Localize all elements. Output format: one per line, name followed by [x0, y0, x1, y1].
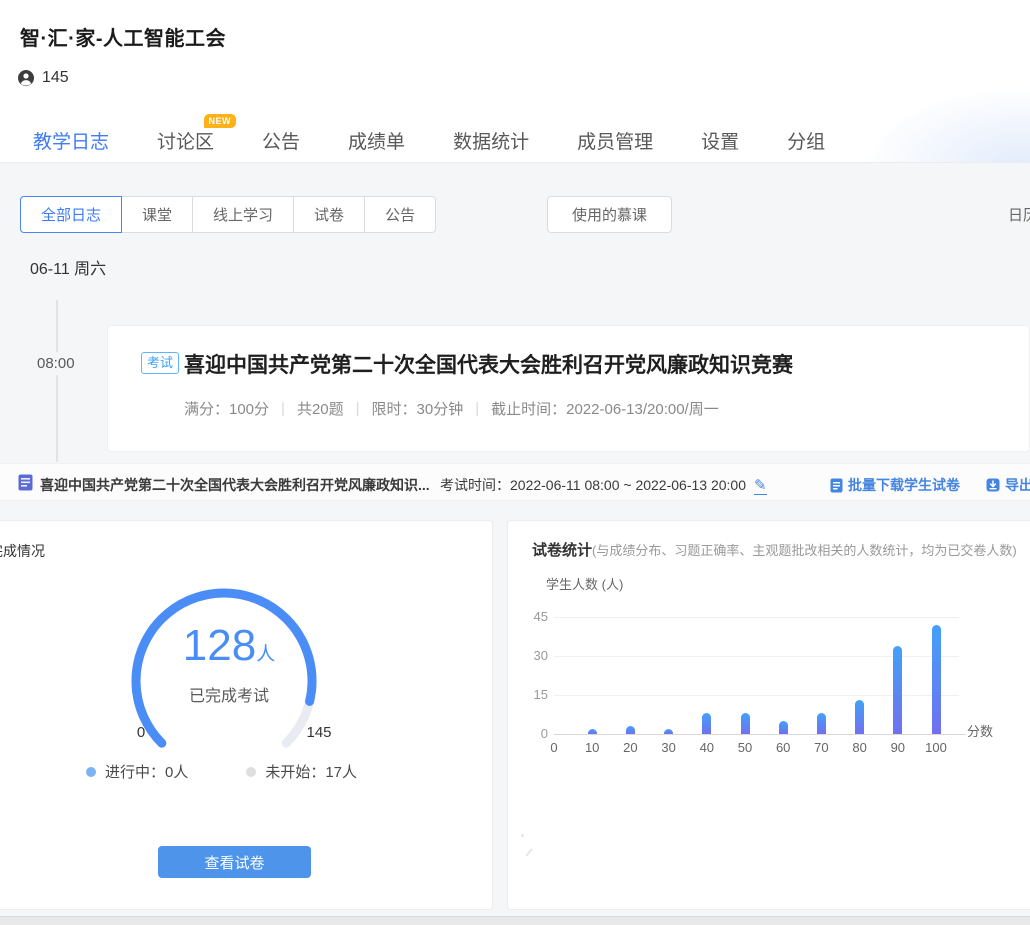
- y-tick-label: 15: [516, 687, 548, 702]
- exam-bar-title[interactable]: 喜迎中国共产党第二十次全国代表大会胜利召开党风廉政知识...: [40, 475, 436, 495]
- completion-panel-title: 完成情况: [0, 541, 45, 561]
- bar-score-50: [741, 713, 750, 734]
- nav-tab-data-statistics[interactable]: 数据统计: [453, 127, 529, 154]
- x-tick-label: 20: [613, 740, 647, 755]
- nav-tab-teaching-log[interactable]: 教学日志: [33, 127, 109, 154]
- legend-not-started: 未开始：17人: [246, 761, 357, 782]
- filter-group: 全部日志课堂线上学习试卷公告: [20, 196, 436, 233]
- smudge-artifact: [525, 848, 532, 856]
- exam-meta-item: 共20题: [297, 398, 344, 419]
- exam-log-card[interactable]: 考试 喜迎中国共产党第二十次全国代表大会胜利召开党风廉政知识竞赛 满分：100分…: [107, 325, 1030, 452]
- filter-exam-paper[interactable]: 试卷: [293, 196, 365, 233]
- y-axis-title: 学生人数 (人): [546, 574, 623, 593]
- stats-panel-title: 试卷统计(与成绩分布、习题正确率、主观题批改相关的人数统计，均为已交卷人数): [532, 539, 1030, 560]
- x-axis-line: [554, 734, 966, 735]
- x-tick-label: 80: [843, 740, 877, 755]
- smudge-artifact: [521, 834, 524, 837]
- filter-all-logs[interactable]: 全部日志: [20, 196, 122, 233]
- meta-separator: |: [281, 400, 285, 417]
- filter-online-learning[interactable]: 线上学习: [192, 196, 294, 233]
- gridline-45: [554, 617, 959, 618]
- gauge-min-label: 0: [129, 724, 153, 741]
- page-title: 智·汇·家-人工智能工会: [20, 22, 226, 51]
- page: 智·汇·家-人工智能工会 145 教学日志 讨论区NEW 公告 成绩单 数据统计 成员管理…: [0, 0, 1030, 925]
- x-tick-label: 30: [652, 740, 686, 755]
- exam-time-label: 考试时间：: [440, 477, 510, 493]
- view-papers-button[interactable]: 查看试卷: [158, 846, 311, 878]
- nav-tab-grouping[interactable]: 分组: [787, 127, 825, 154]
- bottom-bar: [0, 916, 1030, 925]
- bar-score-100: [932, 625, 941, 734]
- x-tick-label: 70: [804, 740, 838, 755]
- document-icon: [830, 478, 843, 493]
- mooc-filter-button[interactable]: 使用的慕课: [547, 196, 672, 233]
- member-count-row: 145: [17, 69, 69, 87]
- legend-dot: [246, 767, 256, 777]
- course-header: 智·汇·家-人工智能工会 145 教学日志 讨论区NEW 公告 成绩单 数据统计 成员管理…: [0, 0, 1030, 163]
- exam-time: 考试时间：2022-06-11 08:00 ~ 2022-06-13 20:00…: [440, 475, 767, 495]
- gauge-center-text: 128人: [124, 624, 334, 668]
- x-axis-title: 分数: [967, 721, 993, 740]
- nav-tab-member-management[interactable]: 成员管理: [577, 127, 653, 154]
- edit-icon[interactable]: ✎: [754, 477, 767, 495]
- person-icon: [17, 69, 35, 87]
- exam-info-bar: 喜迎中国共产党第二十次全国代表大会胜利召开党风廉政知识... 考试时间：2022…: [0, 463, 1030, 501]
- exam-meta-item: 满分：100分: [184, 398, 269, 419]
- x-tick-label: 60: [766, 740, 800, 755]
- gauge-caption: 已完成考试: [124, 682, 334, 706]
- bar-score-40: [702, 713, 711, 734]
- nav-tab-discussion[interactable]: 讨论区NEW: [157, 127, 214, 154]
- x-tick-label: 40: [690, 740, 724, 755]
- timeline-date: 06-11 周六: [30, 255, 106, 279]
- header-decoration: [870, 90, 1030, 163]
- x-tick-label: 10: [575, 740, 609, 755]
- timeline-line: [56, 300, 58, 462]
- bar-score-80: [855, 700, 864, 734]
- legend-dot: [86, 767, 96, 777]
- bar-score-20: [626, 726, 635, 734]
- exam-time-value: 2022-06-11 08:00 ~ 2022-06-13 20:00: [510, 477, 746, 493]
- completion-legend: 进行中：0人 未开始：17人: [86, 761, 446, 782]
- y-tick-label: 30: [516, 648, 548, 663]
- batch-download-students-link[interactable]: 批量下载学生试卷: [830, 475, 960, 495]
- gauge-value: 128: [183, 621, 256, 670]
- download-icon: [986, 478, 1000, 492]
- stats-panel: 试卷统计(与成绩分布、习题正确率、主观题批改相关的人数统计，均为已交卷人数) 学…: [507, 520, 1030, 910]
- member-count: 145: [42, 69, 69, 87]
- exam-meta-item: 截止时间：2022-06-13/20:00/周一: [491, 398, 719, 419]
- y-tick-label: 45: [516, 609, 548, 624]
- filter-announcement[interactable]: 公告: [364, 196, 436, 233]
- nav-tabs: 教学日志 讨论区NEW 公告 成绩单 数据统计 成员管理 设置 分组: [33, 118, 825, 162]
- gauge-unit: 人: [256, 644, 275, 665]
- gauge-max-label: 145: [297, 724, 341, 741]
- bar-score-60: [779, 721, 788, 734]
- nav-tab-grade-sheet[interactable]: 成绩单: [348, 127, 405, 154]
- bar-score-90: [893, 646, 902, 734]
- exam-meta: 满分：100分 | 共20题 | 限时：30分钟 | 截止时间：2022-06-13/20:…: [184, 398, 719, 419]
- export-link[interactable]: 导出: [986, 475, 1030, 495]
- meta-separator: |: [356, 400, 360, 417]
- y-tick-label: 0: [516, 726, 548, 741]
- x-tick-label: 50: [728, 740, 762, 755]
- new-badge: NEW: [204, 114, 237, 128]
- x-tick-label: 100: [919, 740, 953, 755]
- nav-tab-settings[interactable]: 设置: [701, 127, 739, 154]
- nav-tab-announcement[interactable]: 公告: [262, 127, 300, 154]
- completion-panel: 完成情况 128人 已完成考试 0 145 进行中：0人 未开始：17人 查看试卷: [0, 520, 493, 910]
- filter-classroom[interactable]: 课堂: [121, 196, 193, 233]
- x-tick-label: 0: [537, 740, 571, 755]
- calendar-link[interactable]: 日历: [1008, 204, 1030, 225]
- meta-separator: |: [475, 400, 479, 417]
- bar-score-70: [817, 713, 826, 734]
- completion-gauge: 128人 已完成考试: [124, 586, 334, 776]
- exam-paper-icon: [18, 474, 33, 496]
- legend-in-progress: 进行中：0人: [86, 761, 188, 782]
- exam-card-title[interactable]: 喜迎中国共产党第二十次全国代表大会胜利召开党风廉政知识竞赛: [184, 349, 793, 379]
- stats-panel-subtitle: (与成绩分布、习题正确率、主观题批改相关的人数统计，均为已交卷人数): [592, 543, 1017, 558]
- timeline-time: 08:00: [32, 352, 80, 375]
- exam-meta-item: 限时：30分钟: [372, 398, 464, 419]
- exam-type-badge: 考试: [141, 352, 179, 374]
- x-tick-label: 90: [881, 740, 915, 755]
